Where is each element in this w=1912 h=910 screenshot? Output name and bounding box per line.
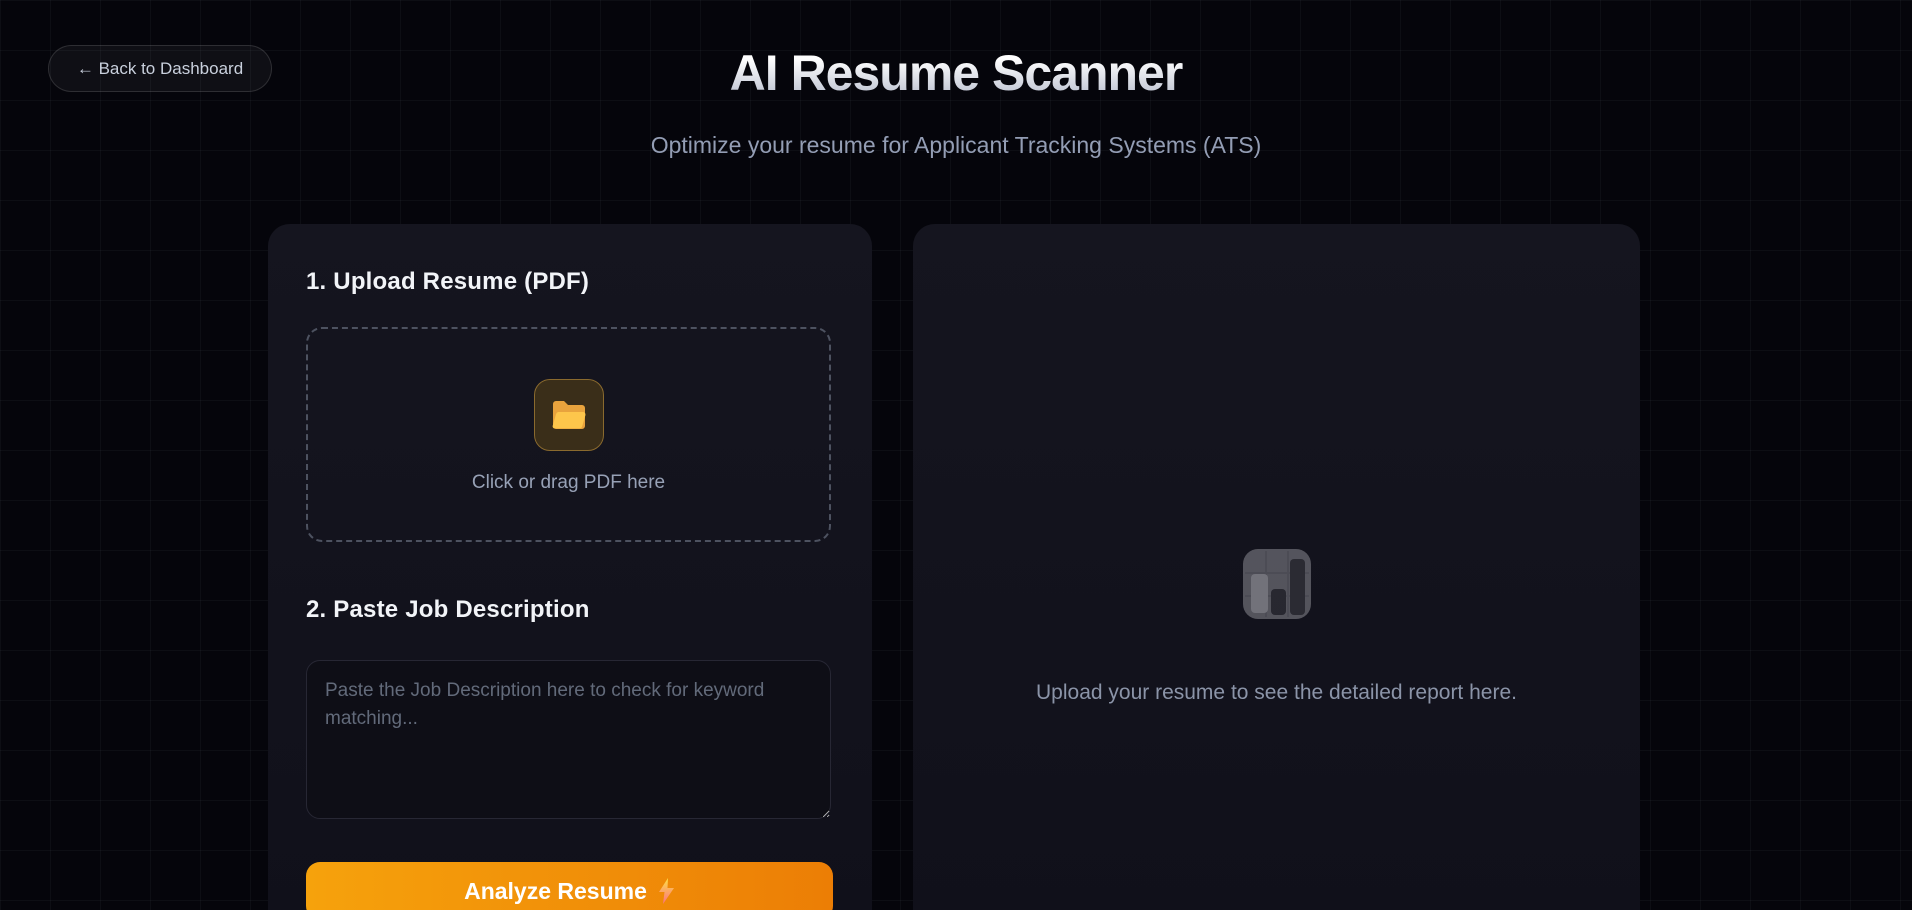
report-panel: Upload your resume to see the detailed r…	[913, 224, 1640, 910]
upload-section-heading: 1. Upload Resume (PDF)	[306, 268, 834, 296]
lightning-bolt-icon	[658, 878, 675, 904]
page-subtitle: Optimize your resume for Applicant Track…	[0, 132, 1912, 159]
open-folder-icon	[551, 398, 587, 432]
input-panel: 1. Upload Resume (PDF) Click or drag PDF…	[268, 224, 872, 910]
job-description-input[interactable]	[306, 660, 831, 819]
page-title: AI Resume Scanner	[0, 44, 1912, 102]
job-description-heading: 2. Paste Job Description	[306, 596, 834, 624]
dropzone-label: Click or drag PDF here	[472, 472, 665, 494]
analyze-resume-button[interactable]: Analyze Resume	[306, 862, 833, 910]
report-empty-state: Upload your resume to see the detailed r…	[913, 549, 1640, 705]
analyze-button-label: Analyze Resume	[464, 878, 647, 905]
folder-badge	[534, 379, 604, 451]
bar-chart-icon	[1243, 549, 1311, 619]
pdf-dropzone[interactable]: Click or drag PDF here	[306, 327, 831, 542]
report-placeholder-text: Upload your resume to see the detailed r…	[1036, 681, 1517, 705]
